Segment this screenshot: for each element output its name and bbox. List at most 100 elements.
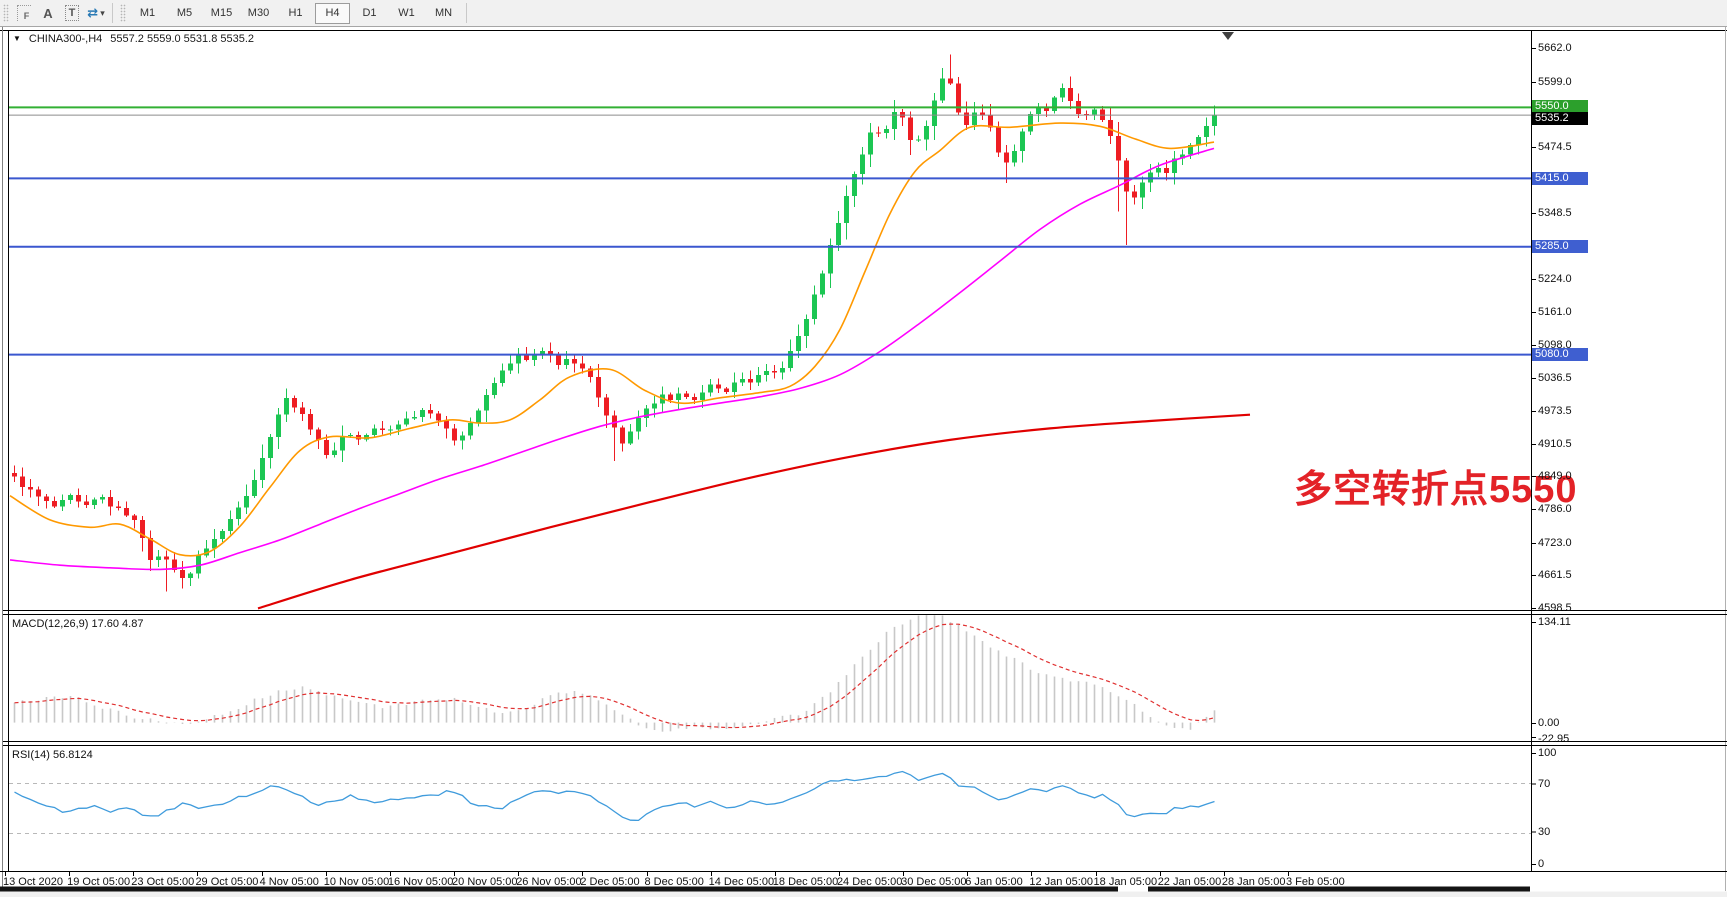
candle-down <box>604 398 609 416</box>
timeframe-button-m5[interactable]: M5 <box>167 3 202 24</box>
date-tick-label: 18 Jan 05:00 <box>1094 876 1158 888</box>
chart-annotation-text[interactable]: 多空转折点5550 <box>1294 458 1578 513</box>
candle-up <box>564 359 569 365</box>
macd-axis-max: 134.11 <box>1538 616 1571 628</box>
candle-up <box>68 495 73 500</box>
timeframe-button-m1[interactable]: M1 <box>130 3 165 24</box>
candle-up <box>700 392 705 400</box>
toolbar-drag-handle[interactable] <box>3 4 9 22</box>
candle-up <box>156 557 161 560</box>
chart-canvas[interactable] <box>0 0 1727 897</box>
candle-up <box>1052 98 1057 111</box>
cursor-a-glyph: A <box>43 6 52 21</box>
candle-down <box>452 429 457 441</box>
candle-down <box>148 538 153 560</box>
date-tick-label: 10 Nov 05:00 <box>324 876 389 888</box>
candle-down <box>684 394 689 397</box>
date-tick-label: 26 Nov 05:00 <box>516 876 581 888</box>
price-tick-label: 4786.0 <box>1538 503 1572 515</box>
rsi-axis-label: 100 <box>1538 747 1556 759</box>
candle-up <box>1092 110 1097 115</box>
price-tick-label: 5036.5 <box>1538 372 1572 384</box>
timeframe-button-w1[interactable]: W1 <box>389 3 424 24</box>
timeframe-button-h4[interactable]: H4 <box>315 3 350 24</box>
candle-down <box>324 440 329 455</box>
candle-up <box>804 319 809 336</box>
candle-up <box>340 436 345 450</box>
candle-up <box>1020 131 1025 151</box>
rsi-axis-label: 0 <box>1538 858 1544 870</box>
candle-up <box>844 196 849 223</box>
candle-up <box>676 394 681 400</box>
candle-down <box>308 414 313 429</box>
candle-down <box>724 389 729 393</box>
price-line-badge: 5535.2 <box>1532 112 1588 125</box>
candle-up <box>924 126 929 140</box>
chevron-down-icon[interactable]: ▾ <box>100 8 105 19</box>
grid-f-icon[interactable]: F <box>13 3 35 23</box>
candle-down <box>908 117 913 140</box>
symbol-dropdown-icon[interactable]: ▼ <box>13 33 21 45</box>
candle-down <box>748 379 753 383</box>
timeframe-button-h1[interactable]: H1 <box>278 3 313 24</box>
candle-down <box>20 476 25 486</box>
candle-up <box>284 398 289 414</box>
candle-up <box>492 383 497 395</box>
candle-up <box>1156 168 1161 173</box>
candle-up <box>1012 151 1017 163</box>
price-tick-label: 4973.5 <box>1538 405 1572 417</box>
price-line-badge: 5285.0 <box>1532 240 1588 253</box>
candle-down <box>380 428 385 430</box>
date-tick-label: 8 Dec 05:00 <box>645 876 704 888</box>
timeframe-button-d1[interactable]: D1 <box>352 3 387 24</box>
candle-up <box>260 458 265 480</box>
candle-up <box>940 78 945 100</box>
timeframe-button-m15[interactable]: M15 <box>204 3 239 24</box>
toolbar: F A T ⇄ ▾ M1M5M15M30H1H4D1W1MN <box>0 0 1727 27</box>
candle-down <box>52 501 57 507</box>
candle-up <box>388 429 393 430</box>
candle-up <box>708 385 713 393</box>
date-tick-label: 28 Jan 05:00 <box>1222 876 1286 888</box>
date-tick-label: 14 Dec 05:00 <box>709 876 774 888</box>
text-tool-icon[interactable]: T <box>61 3 83 23</box>
macd-axis-zero: 0.00 <box>1538 717 1559 729</box>
candle-up <box>788 351 793 368</box>
toolbar-drag-handle-2[interactable] <box>120 4 126 22</box>
candle-down <box>132 515 137 520</box>
candle-up <box>420 410 425 417</box>
timeframe-button-m30[interactable]: M30 <box>241 3 276 24</box>
date-tick-label: 30 Dec 05:00 <box>901 876 966 888</box>
price-tick-label: 4598.5 <box>1538 602 1572 614</box>
timeframe-button-mn[interactable]: MN <box>426 3 461 24</box>
candle-up <box>500 371 505 384</box>
candle-up <box>1060 88 1065 98</box>
candle-down <box>428 410 433 414</box>
candle-down <box>436 414 441 421</box>
candle-up <box>220 531 225 539</box>
candle-up <box>820 273 825 294</box>
cycles-glyph: ⇄ <box>87 5 98 21</box>
candle-down <box>1068 88 1073 101</box>
candle-up <box>884 129 889 133</box>
candle-down <box>876 132 881 133</box>
cursor-a-icon[interactable]: A <box>37 3 59 23</box>
candle-up <box>372 428 377 434</box>
candle-down <box>956 83 961 112</box>
candle-up <box>468 423 473 436</box>
cycles-icon[interactable]: ⇄ ▾ <box>85 3 107 23</box>
candle-up <box>972 112 977 125</box>
candle-up <box>1204 126 1209 137</box>
date-tick-label: 16 Nov 05:00 <box>388 876 453 888</box>
toolbar-separator <box>112 3 113 23</box>
window-bottom-edge <box>0 892 1727 897</box>
price-line-badge: 5415.0 <box>1532 172 1588 185</box>
candle-down <box>716 385 721 389</box>
candle-up <box>228 519 233 531</box>
candle-down <box>948 78 953 83</box>
ohlc-values: 5557.2 5559.0 5531.8 5535.2 <box>110 33 254 45</box>
candle-down <box>444 421 449 429</box>
date-tick-label: 3 Feb 05:00 <box>1286 876 1345 888</box>
candle-down <box>996 128 1001 153</box>
date-tick-label: 18 Dec 05:00 <box>773 876 838 888</box>
